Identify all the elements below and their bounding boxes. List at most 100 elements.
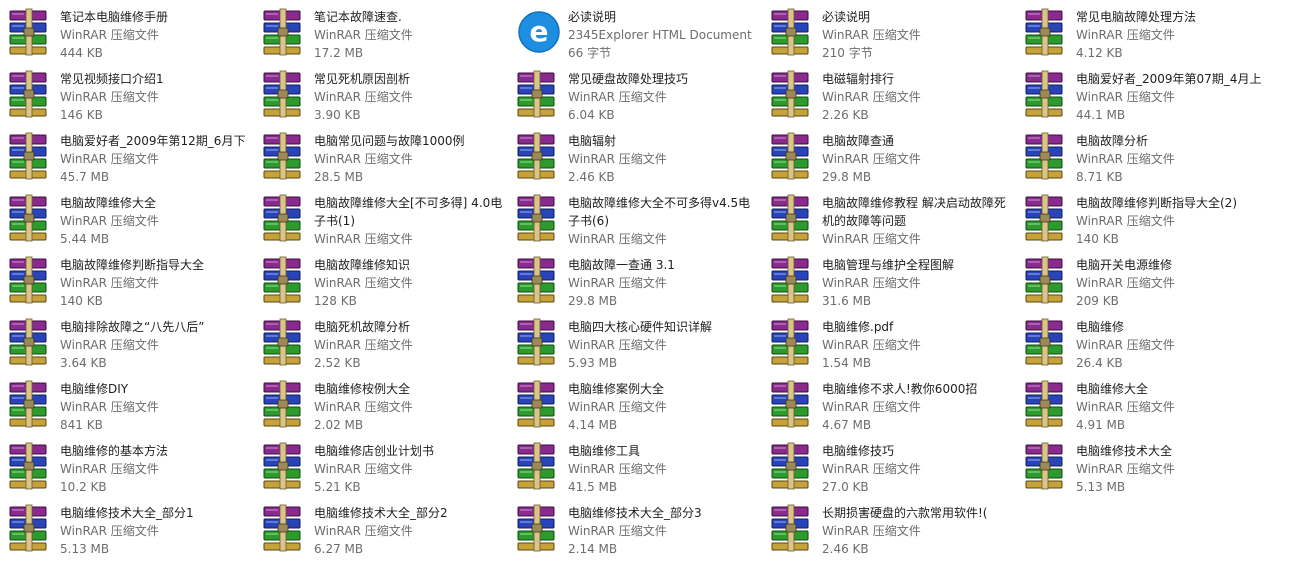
file-size: 444 KB <box>60 46 103 60</box>
winrar-archive-icon <box>516 194 562 242</box>
file-item[interactable]: 电脑常见问题与故障1000例 WinRAR 压缩文件 28.5 MB <box>256 128 510 186</box>
file-type: WinRAR 压缩文件 <box>314 462 413 476</box>
file-name: 电脑维修技术大全_部分2 <box>314 506 448 520</box>
file-item[interactable]: 电脑故障查通 WinRAR 压缩文件 29.8 MB <box>764 128 1018 186</box>
file-size: 28.5 MB <box>314 170 364 184</box>
winrar-archive-icon <box>8 70 54 118</box>
file-item[interactable]: 电脑故障维修判断指导大全 WinRAR 压缩文件 140 KB <box>2 252 256 310</box>
winrar-archive-icon <box>1024 380 1070 428</box>
file-item[interactable]: 电脑维修技术大全_部分1 WinRAR 压缩文件 5.13 MB <box>2 500 256 558</box>
file-item[interactable]: 常见死机原因剖析 WinRAR 压缩文件 3.90 KB <box>256 66 510 124</box>
file-size: 26.4 KB <box>1076 356 1123 370</box>
file-type: WinRAR 压缩文件 <box>822 28 921 42</box>
file-item[interactable]: 电脑维修桉例大全 WinRAR 压缩文件 2.02 MB <box>256 376 510 434</box>
file-item[interactable]: 电脑管理与维护全程图解 WinRAR 压缩文件 31.6 MB <box>764 252 1018 310</box>
file-item[interactable]: 电脑维修工具 WinRAR 压缩文件 41.5 MB <box>510 438 764 496</box>
file-item[interactable]: 电脑维修.pdf WinRAR 压缩文件 1.54 MB <box>764 314 1018 372</box>
file-item[interactable]: 电脑死机故障分析 WinRAR 压缩文件 2.52 KB <box>256 314 510 372</box>
file-text: 电脑故障维修大全不可多得v4.5电子书(6) WinRAR 压缩文件 <box>568 194 760 248</box>
file-item[interactable]: 电脑故障分析 WinRAR 压缩文件 8.71 KB <box>1018 128 1272 186</box>
file-item[interactable]: 电脑故障维修大全[不可多得] 4.0电子书(1) WinRAR 压缩文件 <box>256 190 510 248</box>
file-item[interactable]: 常见硬盘故障处理技巧 WinRAR 压缩文件 6.04 KB <box>510 66 764 124</box>
file-item[interactable]: 常见电脑故障处理方法 WinRAR 压缩文件 4.12 KB <box>1018 4 1272 62</box>
file-name: 电脑维修技术大全_部分3 <box>568 506 702 520</box>
file-type: WinRAR 压缩文件 <box>568 462 667 476</box>
winrar-archive-icon <box>262 8 308 56</box>
winrar-archive-icon <box>1024 256 1070 304</box>
file-name: 电脑故障维修判断指导大全 <box>60 258 205 272</box>
file-text: 电脑维修桉例大全 WinRAR 压缩文件 2.02 MB <box>314 380 506 434</box>
winrar-archive-icon <box>8 380 54 428</box>
file-size: 146 KB <box>60 108 103 122</box>
file-name: 电脑死机故障分析 <box>314 320 411 334</box>
file-item[interactable]: 电脑维修技术大全_部分2 WinRAR 压缩文件 6.27 MB <box>256 500 510 558</box>
file-item[interactable]: 电脑故障维修大全 WinRAR 压缩文件 5.44 MB <box>2 190 256 248</box>
file-type: WinRAR 压缩文件 <box>60 462 159 476</box>
file-item[interactable]: 电脑维修技巧 WinRAR 压缩文件 27.0 KB <box>764 438 1018 496</box>
winrar-archive-icon <box>8 318 54 366</box>
file-item[interactable]: 电脑维修大全 WinRAR 压缩文件 4.91 MB <box>1018 376 1272 434</box>
file-item[interactable]: 电脑爱好者_2009年第12期_6月下 WinRAR 压缩文件 45.7 MB <box>2 128 256 186</box>
file-type: WinRAR 压缩文件 <box>822 338 921 352</box>
file-item[interactable]: 电脑爱好者_2009年第07期_4月上 WinRAR 压缩文件 44.1 MB <box>1018 66 1272 124</box>
file-item[interactable]: 电脑维修技术大全 WinRAR 压缩文件 5.13 MB <box>1018 438 1272 496</box>
file-item[interactable]: 电脑辐射 WinRAR 压缩文件 2.46 KB <box>510 128 764 186</box>
file-item[interactable]: 电脑维修店创业计划书 WinRAR 压缩文件 5.21 KB <box>256 438 510 496</box>
file-size: 44.1 MB <box>1076 108 1126 122</box>
file-type: WinRAR 压缩文件 <box>822 524 921 538</box>
file-item[interactable]: 电脑故障维修知识 WinRAR 压缩文件 128 KB <box>256 252 510 310</box>
file-item[interactable]: 电脑开关电源维修 WinRAR 压缩文件 209 KB <box>1018 252 1272 310</box>
file-name: 电脑故障维修大全不可多得v4.5电子书(6) <box>568 196 751 228</box>
winrar-archive-icon <box>8 8 54 56</box>
winrar-archive-icon <box>1024 70 1070 118</box>
file-item[interactable]: 电脑维修的基本方法 WinRAR 压缩文件 10.2 KB <box>2 438 256 496</box>
file-type: WinRAR 压缩文件 <box>314 400 413 414</box>
file-text: 电脑维修店创业计划书 WinRAR 压缩文件 5.21 KB <box>314 442 506 496</box>
file-item[interactable]: 笔记本故障速查. WinRAR 压缩文件 17.2 MB <box>256 4 510 62</box>
file-item[interactable]: 电脑维修不求人!教你6000招 WinRAR 压缩文件 4.67 MB <box>764 376 1018 434</box>
file-item[interactable]: 电脑维修技术大全_部分3 WinRAR 压缩文件 2.14 MB <box>510 500 764 558</box>
file-item[interactable]: 电磁辐射排行 WinRAR 压缩文件 2.26 KB <box>764 66 1018 124</box>
file-item[interactable]: 常见视频接口介绍1 WinRAR 压缩文件 146 KB <box>2 66 256 124</box>
file-size: 2.02 MB <box>314 418 364 432</box>
file-item[interactable]: e 必读说明 2345Explorer HTML Document 66 字节 <box>510 4 764 62</box>
file-name: 长期损害硬盘的六款常用软件!( <box>822 506 988 520</box>
file-item[interactable]: 长期损害硬盘的六款常用软件!(WinRAR 压缩文件 2.46 KB <box>764 500 1018 558</box>
file-name: 电脑维修的基本方法 <box>60 444 169 458</box>
file-item[interactable]: 电脑维修案例大全 WinRAR 压缩文件 4.14 MB <box>510 376 764 434</box>
winrar-archive-icon <box>516 504 562 552</box>
file-type: WinRAR 压缩文件 <box>822 400 921 414</box>
file-name: 电脑维修大全 <box>1076 382 1149 396</box>
file-item[interactable]: 电脑故障维修判断指导大全(2) WinRAR 压缩文件 140 KB <box>1018 190 1272 248</box>
file-grid: 笔记本电脑维修手册 WinRAR 压缩文件 444 KB 笔记本故障速查. WinRAR… <box>0 0 1290 565</box>
file-item[interactable]: 电脑维修 WinRAR 压缩文件 26.4 KB <box>1018 314 1272 372</box>
file-type: WinRAR 压缩文件 <box>60 338 159 352</box>
winrar-archive-icon <box>770 504 816 552</box>
file-size: 6.27 MB <box>314 542 364 556</box>
file-text: 电脑故障维修大全[不可多得] 4.0电子书(1) WinRAR 压缩文件 <box>314 194 506 248</box>
file-size: 1.54 MB <box>822 356 872 370</box>
file-item[interactable]: 必读说明 WinRAR 压缩文件 210 字节 <box>764 4 1018 62</box>
file-item[interactable]: 电脑四大核心硬件知识详解 WinRAR 压缩文件 5.93 MB <box>510 314 764 372</box>
winrar-archive-icon <box>770 132 816 180</box>
file-item[interactable]: 电脑故障维修大全不可多得v4.5电子书(6) WinRAR 压缩文件 <box>510 190 764 248</box>
file-text: 电脑维修技术大全_部分1 WinRAR 压缩文件 5.13 MB <box>60 504 252 558</box>
file-name: 电脑维修不求人!教你6000招 <box>822 382 978 396</box>
file-item[interactable]: 电脑故障维修教程 解决启动故障死机的故障等问题 WinRAR 压缩文件 <box>764 190 1018 248</box>
file-size: 41.5 MB <box>568 480 618 494</box>
file-type: WinRAR 压缩文件 <box>568 276 667 290</box>
file-text: 电脑常见问题与故障1000例 WinRAR 压缩文件 28.5 MB <box>314 132 506 186</box>
file-text: 常见电脑故障处理方法 WinRAR 压缩文件 4.12 KB <box>1076 8 1268 62</box>
file-item[interactable]: 电脑维修DIY WinRAR 压缩文件 841 KB <box>2 376 256 434</box>
svg-text:e: e <box>530 15 549 48</box>
file-item[interactable]: 电脑排除故障之“八先八后” WinRAR 压缩文件 3.64 KB <box>2 314 256 372</box>
file-type: 2345Explorer HTML Document <box>568 28 752 42</box>
file-size: 2.14 MB <box>568 542 618 556</box>
file-item[interactable]: 电脑故障一查通 3.1 WinRAR 压缩文件 29.8 MB <box>510 252 764 310</box>
file-size: 3.64 KB <box>60 356 107 370</box>
file-item[interactable]: 笔记本电脑维修手册 WinRAR 压缩文件 444 KB <box>2 4 256 62</box>
winrar-archive-icon <box>516 442 562 490</box>
file-text: 电脑管理与维护全程图解 WinRAR 压缩文件 31.6 MB <box>822 256 1014 310</box>
file-name: 电脑故障分析 <box>1076 134 1149 148</box>
file-text: 电脑维修工具 WinRAR 压缩文件 41.5 MB <box>568 442 760 496</box>
